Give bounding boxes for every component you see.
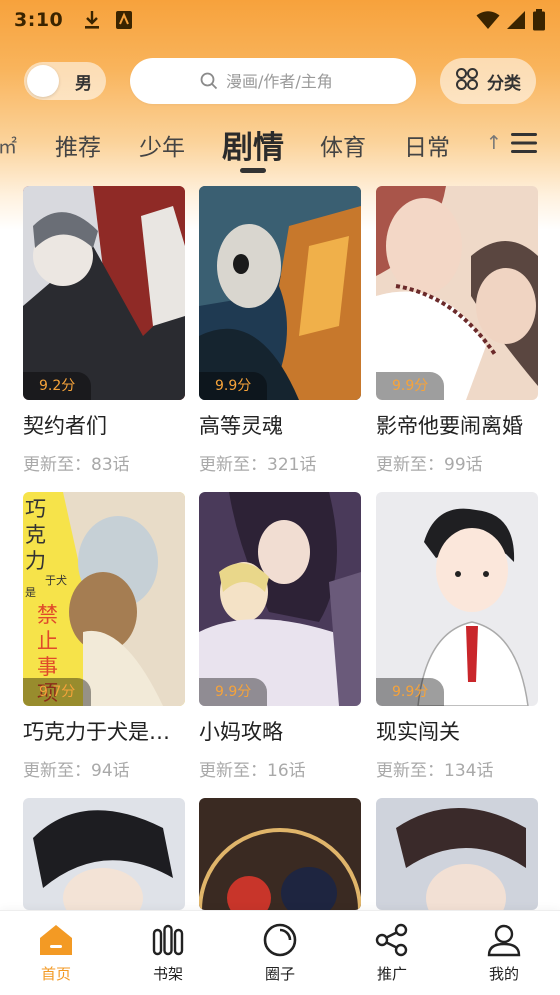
comic-title: 高等灵魂 xyxy=(199,414,283,438)
status-time: 3:10 xyxy=(14,9,64,31)
nav-label: 首页 xyxy=(40,965,71,983)
cover-text: 是 xyxy=(25,586,36,599)
cover-art xyxy=(199,798,361,910)
header-row: 男 分类 xyxy=(0,56,560,106)
comic-cover[interactable]: 9.9分 xyxy=(376,492,538,706)
nav-label: 圈子 xyxy=(264,965,295,983)
comic-update: 更新至：99话 xyxy=(376,455,483,475)
category-tabs: ㎡ 推荐 少年 剧情 体育 日常 ↑ xyxy=(0,118,560,174)
comic-update: 更新至：134话 xyxy=(376,761,494,781)
comic-cover[interactable]: 9.9分 xyxy=(199,492,361,706)
circle-icon xyxy=(263,923,297,957)
comic-title: 契约者们 xyxy=(23,414,107,438)
search-icon xyxy=(200,72,218,90)
category-button[interactable]: 分类 xyxy=(440,58,536,104)
comic-cover[interactable]: 巧 克 力 于犬 是 禁 止 事 项 9.7分 xyxy=(23,492,185,706)
comic-cover[interactable]: 9.9分 xyxy=(199,186,361,400)
comic-cover[interactable]: 9.9分 xyxy=(376,186,538,400)
comic-card[interactable]: 9.2分 契约者们 更新至：83话 xyxy=(23,186,185,475)
app-notification-icon xyxy=(115,10,133,30)
home-icon xyxy=(39,923,73,957)
cover-art xyxy=(376,492,538,706)
nav-label: 我的 xyxy=(488,965,519,983)
cover-text: 禁 xyxy=(37,603,58,627)
nav-label: 书架 xyxy=(152,965,183,983)
tab-shounen[interactable]: 少年 xyxy=(139,128,185,162)
tab-recommend[interactable]: 推荐 xyxy=(55,128,101,162)
nav-circle[interactable]: 圈子 xyxy=(224,911,336,995)
menu-icon[interactable] xyxy=(511,132,537,158)
cover-art xyxy=(23,186,185,400)
cover-text: 于犬 xyxy=(45,573,67,587)
category-icon xyxy=(455,67,479,95)
cover-art xyxy=(23,798,185,910)
cover-art: 巧 克 力 于犬 是 禁 止 事 项 xyxy=(23,492,185,706)
search-box[interactable] xyxy=(130,58,416,104)
cover-text: 止 xyxy=(37,629,58,653)
cover-text: 力 xyxy=(25,549,46,573)
status-right xyxy=(476,9,546,31)
cover-art xyxy=(376,186,538,400)
comic-cover[interactable]: 9.2分 xyxy=(23,186,185,400)
signal-icon xyxy=(507,11,525,29)
comic-card[interactable]: 9.9分 影帝他要闹离婚 更新至：99话 xyxy=(376,186,538,475)
nav-home[interactable]: 首页 xyxy=(0,911,112,995)
tab-drama[interactable]: 剧情 xyxy=(222,122,284,167)
toggle-knob xyxy=(27,65,59,97)
share-icon xyxy=(375,923,409,957)
score-badge: 9.7分 xyxy=(23,678,92,706)
download-icon xyxy=(83,10,101,30)
search-input[interactable] xyxy=(226,71,346,91)
comic-title: 影帝他要闹离婚 xyxy=(376,414,523,438)
nav-promote[interactable]: 推广 xyxy=(336,911,448,995)
comic-title: 巧克力于犬是禁止事项 xyxy=(23,720,185,744)
battery-icon xyxy=(533,9,545,31)
nav-bookshelf[interactable]: 书架 xyxy=(112,911,224,995)
bottom-nav: 首页 书架 圈子 推广 我的 xyxy=(0,910,560,995)
gender-toggle-label: 男 xyxy=(75,74,92,94)
cover-text: 克 xyxy=(25,523,46,547)
status-bar: 3:10 xyxy=(0,0,560,40)
cover-text: 巧 xyxy=(25,497,46,521)
score-badge: 9.9分 xyxy=(376,678,445,706)
tab-partial-left[interactable]: ㎡ xyxy=(0,132,17,159)
comic-cover[interactable] xyxy=(376,798,538,910)
bookshelf-icon xyxy=(152,923,184,957)
comic-card[interactable] xyxy=(199,798,361,910)
active-tab-indicator xyxy=(240,168,266,173)
comic-card[interactable]: 巧 克 力 于犬 是 禁 止 事 项 9.7分 巧克力于犬是禁止事项 更新至：9… xyxy=(23,492,185,781)
wifi-icon xyxy=(476,11,500,29)
comic-update: 更新至：321话 xyxy=(199,455,317,475)
tab-sports[interactable]: 体育 xyxy=(320,128,366,162)
cover-art xyxy=(199,186,361,400)
comic-cover[interactable] xyxy=(199,798,361,910)
comic-card[interactable]: 9.9分 高等灵魂 更新至：321话 xyxy=(199,186,361,475)
tab-partial-right[interactable]: ↑ xyxy=(486,132,502,154)
comic-title: 小妈攻略 xyxy=(199,720,283,744)
category-label: 分类 xyxy=(487,73,521,94)
cover-art xyxy=(199,492,361,706)
nav-mine[interactable]: 我的 xyxy=(448,911,560,995)
comic-update: 更新至：83话 xyxy=(23,455,130,475)
comic-update: 更新至：94话 xyxy=(23,761,130,781)
score-badge: 9.2分 xyxy=(23,372,92,400)
gender-toggle[interactable]: 男 xyxy=(24,62,106,100)
tab-daily[interactable]: 日常 xyxy=(404,128,450,162)
comic-title: 现实闯关 xyxy=(376,720,460,744)
score-badge: 9.9分 xyxy=(376,372,445,400)
comic-cover[interactable] xyxy=(23,798,185,910)
comic-update: 更新至：16话 xyxy=(199,761,306,781)
comic-card[interactable] xyxy=(23,798,185,910)
score-badge: 9.9分 xyxy=(199,678,268,706)
profile-icon xyxy=(487,923,521,957)
comic-card[interactable] xyxy=(376,798,538,910)
comic-card[interactable]: 9.9分 现实闯关 更新至：134话 xyxy=(376,492,538,781)
cover-art xyxy=(376,798,538,910)
cover-text: 事 xyxy=(37,655,58,679)
score-badge: 9.9分 xyxy=(199,372,268,400)
comic-card[interactable]: 9.9分 小妈攻略 更新至：16话 xyxy=(199,492,361,781)
nav-label: 推广 xyxy=(376,965,407,983)
